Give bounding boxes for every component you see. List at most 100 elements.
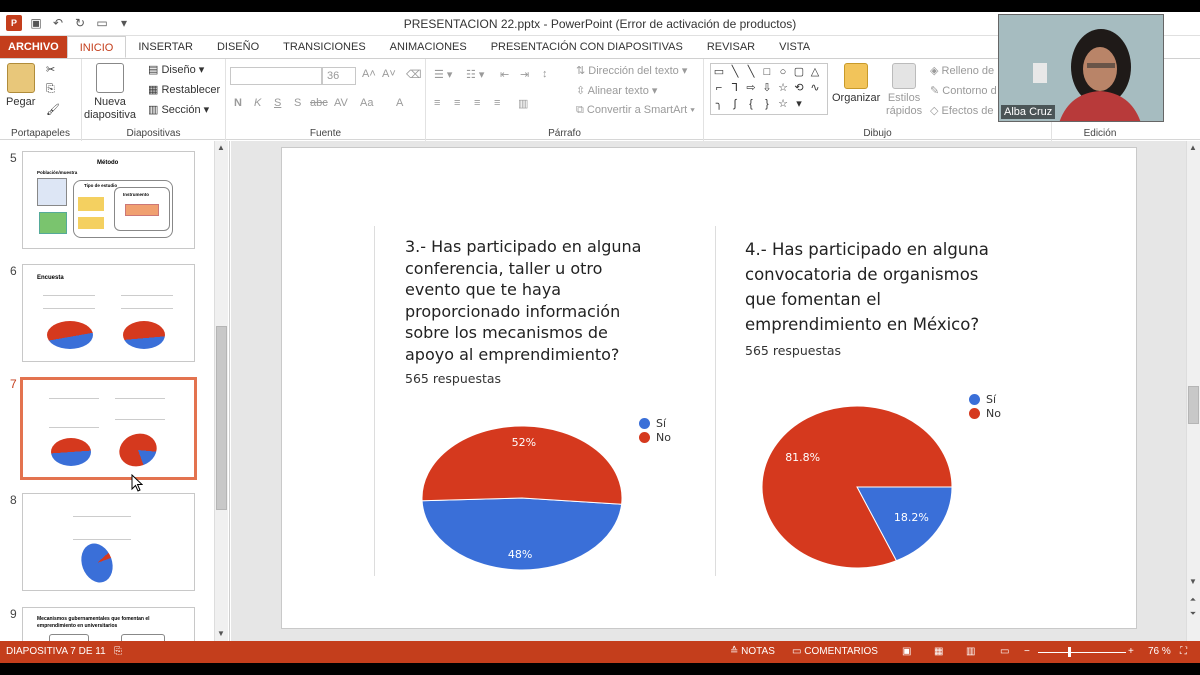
format-painter-icon[interactable]: 🖌 [46, 103, 60, 116]
shape-fill-button[interactable]: ◈ Relleno de [930, 64, 994, 77]
justify-icon[interactable]: ≡ [494, 97, 500, 109]
fit-slide-icon[interactable]: ⛶ [1180, 646, 1187, 657]
top-black-bar [0, 0, 1200, 12]
zoom-slider-thumb[interactable] [1068, 647, 1071, 657]
align-text-button[interactable]: ⇳ Alinear texto ▾ [576, 84, 657, 97]
line-spacing-icon[interactable]: ↕ [542, 68, 548, 80]
change-case-button[interactable]: Aa [360, 97, 373, 109]
paste-button[interactable]: Pegar [6, 63, 35, 109]
section-label: Sección [161, 104, 201, 116]
shapes-gallery[interactable]: ▭ ╲ ╲ □ ○ ▢ △ ⌐ ⅂ ⇨ ⇩ ☆ ⟲ ∿ ╮ ∫{} ☆ ▾ [710, 63, 828, 115]
columns-icon[interactable]: ▥ [518, 97, 528, 110]
shape-effects-button[interactable]: ◇ Efectos de [930, 104, 994, 117]
canvas-scroll-up[interactable]: ▲ [1187, 143, 1199, 152]
slide-thumbnail-9[interactable]: Mecanismos gubernamentales que fomentan … [22, 607, 195, 641]
thumb6-pie-2 [123, 321, 165, 349]
tab-vista[interactable]: VISTA [767, 36, 822, 58]
arrange-button[interactable]: Organizar [832, 63, 880, 105]
new-slide-label-2: diapositiva [84, 109, 136, 121]
slide-thumbnail-8[interactable] [22, 493, 195, 591]
tab-animaciones[interactable]: ANIMACIONES [378, 36, 479, 58]
decrease-indent-icon[interactable]: ⇤ [500, 68, 509, 81]
chart-1-legend-si-label: Sí [656, 416, 667, 430]
thumb-number-8: 8 [10, 493, 17, 507]
chart-1-legend-no-label: No [656, 430, 671, 444]
tab-revisar[interactable]: REVISAR [695, 36, 767, 58]
shape-outline-button[interactable]: ✎ Contorno d [930, 84, 997, 97]
normal-view-icon[interactable]: ▣ [902, 646, 911, 657]
tab-presentacion[interactable]: PRESENTACIÓN CON DIAPOSITIVAS [479, 36, 695, 58]
zoom-slider[interactable] [1038, 652, 1126, 653]
slideshow-view-icon[interactable]: ▭ [1000, 646, 1009, 657]
spellcheck-icon[interactable]: ⎘ [114, 646, 122, 657]
slide-divider [715, 226, 716, 576]
legend-dot-blue-2 [969, 393, 980, 405]
font-size-combo[interactable]: 36 [322, 67, 356, 85]
char-spacing-button[interactable]: AV [334, 97, 348, 109]
tab-transiciones[interactable]: TRANSICIONES [271, 36, 378, 58]
thumb6-pie-1 [47, 321, 93, 349]
group-label-fuente: Fuente [309, 128, 342, 139]
quick-styles-button[interactable]: Estilos rápidos [886, 63, 922, 118]
text-direction-button[interactable]: ⇅ Dirección del texto ▾ [576, 64, 687, 77]
thumbnail-scrollbar[interactable]: ▲ ▼ [214, 141, 228, 641]
thumb7-text-2 [115, 398, 165, 420]
slide-counter: DIAPOSITIVA 7 DE 11 [6, 646, 106, 657]
new-slide-button[interactable]: Nueva diapositiva [84, 63, 136, 122]
powerpoint-window: P ▣ ↶ ↻ ▭ ▾ PRESENTACION 22.pptx - Power… [0, 0, 1200, 675]
underline-button[interactable]: S [274, 97, 281, 109]
question-4-responses: 565 respuestas [745, 343, 842, 358]
align-center-icon[interactable]: ≡ [454, 97, 460, 109]
thumb5-box [37, 178, 67, 206]
grow-font-icon[interactable]: A˄ [362, 68, 376, 80]
shrink-font-icon[interactable]: A˅ [382, 68, 396, 80]
italic-button[interactable]: K [254, 97, 261, 109]
clear-format-icon[interactable]: ⌫ [406, 68, 422, 81]
font-name-combo[interactable] [230, 67, 322, 85]
shape-effects-label: Efectos de [941, 105, 994, 117]
quick-styles-icon [892, 63, 917, 89]
thumb9-title: Mecanismos gubernamentales que fomentan … [37, 616, 150, 629]
shadow-button[interactable]: S [294, 97, 301, 109]
tab-insertar[interactable]: INSERTAR [126, 36, 205, 58]
layout-button[interactable]: ▤ Diseño ▾ [148, 63, 204, 76]
current-slide[interactable]: 3.- Has participado en alguna conferenci… [281, 147, 1137, 629]
zoom-level[interactable]: 76 % [1148, 646, 1171, 657]
font-color-button[interactable]: A [396, 97, 403, 109]
notes-button[interactable]: ≙ NOTAS [730, 646, 775, 657]
legend-dot-red-2 [969, 407, 980, 419]
scroll-up-arrow[interactable]: ▲ [215, 143, 227, 152]
tab-archivo[interactable]: ARCHIVO [0, 36, 67, 58]
align-left-icon[interactable]: ≡ [434, 97, 440, 109]
group-label-portapapeles: Portapapeles [11, 128, 70, 139]
scroll-down-arrow[interactable]: ▼ [215, 629, 227, 638]
canvas-scrollbar[interactable]: ▲ ▼ ⏶ ⏷ [1186, 141, 1200, 641]
zoom-in-button[interactable]: + [1128, 646, 1134, 657]
zoom-out-button[interactable]: − [1024, 646, 1030, 657]
slide-divider-left [374, 226, 375, 576]
canvas-scroll-thumb[interactable] [1188, 386, 1199, 424]
increase-indent-icon[interactable]: ⇥ [520, 68, 529, 81]
tab-diseno[interactable]: DISEÑO [205, 36, 271, 58]
comments-button[interactable]: ▭ COMENTARIOS [792, 646, 878, 657]
smartart-button[interactable]: ⧉ Convertir a SmartArt ▾ [576, 104, 695, 117]
tab-inicio[interactable]: INICIO [66, 36, 127, 58]
bullets-icon[interactable]: ☰ ▾ [434, 68, 452, 81]
slide-sorter-icon[interactable]: ▦ [934, 646, 943, 657]
numbering-icon[interactable]: ☷ ▾ [466, 68, 484, 81]
bold-button[interactable]: N [234, 97, 242, 109]
strikethrough-button[interactable]: abc [310, 97, 328, 109]
reading-view-icon[interactable]: ▥ [966, 646, 975, 657]
align-right-icon[interactable]: ≡ [474, 97, 480, 109]
copy-icon[interactable]: ⎘ [46, 83, 55, 96]
section-button[interactable]: ▥ Sección ▾ [148, 103, 209, 116]
thumbnail-scroll-thumb[interactable] [216, 326, 227, 510]
slide-thumbnail-6[interactable]: Encuesta [22, 264, 195, 362]
canvas-scroll-down[interactable]: ▼ [1187, 577, 1199, 586]
cut-icon[interactable]: ✂ [46, 63, 55, 76]
slide-thumbnail-7[interactable] [20, 377, 197, 480]
next-slide-button[interactable]: ⏷ [1187, 609, 1199, 619]
reset-button[interactable]: ▦ Restablecer [148, 83, 220, 96]
prev-slide-button[interactable]: ⏶ [1187, 595, 1199, 605]
slide-thumbnail-5[interactable]: Método Población/muestra Tipo de estudio… [22, 151, 195, 249]
